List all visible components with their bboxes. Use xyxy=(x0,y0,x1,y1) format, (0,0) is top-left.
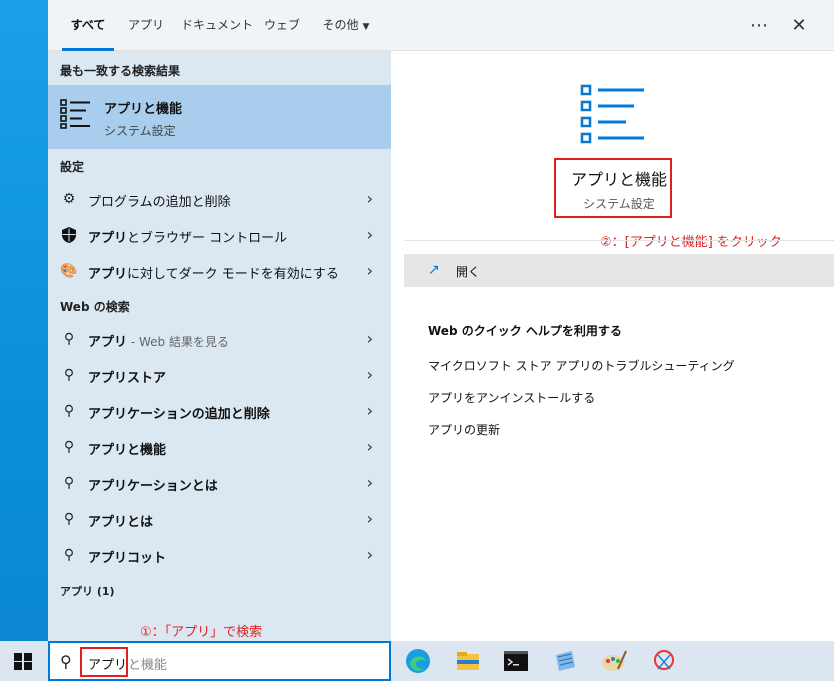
chevron-right-icon: › xyxy=(366,473,373,492)
detail-pane: アプリと機能 システム設定 ②：[アプリと機能] をクリック ↗ 開く Web … xyxy=(404,66,834,641)
paint-icon[interactable] xyxy=(600,647,628,675)
search-icon: ⚲ xyxy=(63,403,75,419)
chevron-right-icon: › xyxy=(366,261,373,280)
settings-item-label: アプリに対してダーク モードを有効にする xyxy=(88,267,339,282)
best-match-item[interactable]: アプリと機能 システム設定 xyxy=(48,85,391,149)
help-link[interactable]: アプリの更新 xyxy=(428,421,500,438)
web-item-label: アプリと機能 xyxy=(88,443,167,458)
search-icon: ⚲ xyxy=(63,547,75,563)
close-icon[interactable]: ✕ xyxy=(784,0,814,51)
settings-item-add-remove[interactable]: ⚙ プログラムの追加と削除 › xyxy=(48,181,391,217)
ellipsis-icon[interactable]: ⋯ xyxy=(744,0,774,51)
start-search-panel: すべて アプリ ドキュメント ウェブ その他 ▼ ⋯ ✕ 最も一致する検索結果 ア… xyxy=(48,0,834,641)
taskbar-search-input[interactable]: ⚲ アプリ と機能 xyxy=(48,641,391,681)
help-link[interactable]: アプリをアンインストールする xyxy=(428,389,595,406)
list-settings-icon xyxy=(60,99,90,129)
web-item[interactable]: ⚲ アプリケーションとは › xyxy=(48,465,391,501)
highlight-box xyxy=(554,158,672,218)
web-item[interactable]: ⚲ アプリストア › xyxy=(48,357,391,393)
shield-icon xyxy=(62,227,76,243)
search-icon: ⚲ xyxy=(63,367,75,383)
search-icon: ⚲ xyxy=(63,331,75,347)
web-item-label: アプリ - Web 結果を見る xyxy=(88,335,229,350)
gear-icon: ⚙ xyxy=(62,191,76,207)
web-item[interactable]: ⚲ アプリとは › xyxy=(48,501,391,537)
help-heading: Web のクイック ヘルプを利用する xyxy=(428,324,622,338)
tab-documents[interactable]: ドキュメント xyxy=(176,0,258,51)
tab-more[interactable]: その他 ▼ xyxy=(316,0,376,51)
web-item-label: アプリストア xyxy=(88,371,167,386)
web-item-label: アプリとは xyxy=(88,515,154,530)
chevron-right-icon: › xyxy=(366,189,373,208)
web-item[interactable]: ⚲ アプリと機能 › xyxy=(48,429,391,465)
open-button[interactable]: ↗ 開く xyxy=(404,254,834,287)
command-prompt-icon[interactable] xyxy=(502,647,530,675)
best-match-title: アプリと機能 xyxy=(104,102,183,117)
chevron-right-icon: › xyxy=(366,545,373,564)
search-icon: ⚲ xyxy=(63,511,75,527)
chevron-right-icon: › xyxy=(366,329,373,348)
web-item[interactable]: ⚲ アプリ - Web 結果を見る › xyxy=(48,321,391,357)
settings-heading: 設定 xyxy=(60,160,85,174)
taskbar: ⚲ アプリ と機能 xyxy=(0,641,834,681)
divider xyxy=(404,240,834,241)
chevron-right-icon: › xyxy=(366,437,373,456)
settings-item-label: プログラムの追加と削除 xyxy=(88,195,231,210)
search-icon: ⚲ xyxy=(63,475,75,491)
snipping-tool-icon[interactable] xyxy=(650,647,678,675)
highlight-box xyxy=(80,647,128,677)
search-tab-bar: すべて アプリ ドキュメント ウェブ その他 ▼ ⋯ ✕ xyxy=(48,0,834,51)
search-icon: ⚲ xyxy=(63,439,75,455)
web-item-label: アプリケーションの追加と削除 xyxy=(88,407,270,422)
tab-web[interactable]: ウェブ xyxy=(260,0,304,51)
web-item[interactable]: ⚲ アプリケーションの追加と削除 › xyxy=(48,393,391,429)
annotation-step1: ①：「アプリ」で検索 xyxy=(140,625,263,640)
chevron-right-icon: › xyxy=(366,225,373,244)
apps-heading: アプリ (1) xyxy=(60,585,115,598)
open-label: 開く xyxy=(456,265,481,279)
file-explorer-icon[interactable] xyxy=(454,647,482,675)
web-search-heading: Web の検索 xyxy=(60,300,130,314)
search-suggestion-text: と機能 xyxy=(128,658,168,673)
tab-apps[interactable]: アプリ xyxy=(126,0,166,51)
tab-all[interactable]: すべて xyxy=(62,0,114,51)
web-item-label: アプリケーションとは xyxy=(88,479,218,494)
web-item-label: アプリコット xyxy=(88,551,167,566)
caret-down-icon: ▼ xyxy=(362,22,370,32)
chevron-right-icon: › xyxy=(366,365,373,384)
chevron-right-icon: › xyxy=(366,509,373,528)
help-link[interactable]: マイクロソフト ストア アプリのトラブルシューティング xyxy=(428,357,735,374)
web-item[interactable]: ⚲ アプリコット › xyxy=(48,537,391,573)
list-settings-icon xyxy=(580,84,644,144)
palette-icon: 🎨 xyxy=(60,263,78,279)
best-match-heading: 最も一致する検索結果 xyxy=(60,64,181,78)
settings-item-dark-mode[interactable]: 🎨 アプリに対してダーク モードを有効にする › xyxy=(48,253,391,289)
results-list: 最も一致する検索結果 アプリと機能 システム設定 設定 ⚙ プログラムの追加と削… xyxy=(48,51,391,641)
chevron-right-icon: › xyxy=(366,401,373,420)
settings-item-browser-control[interactable]: アプリとブラウザー コントロール › xyxy=(48,217,391,253)
settings-item-label: アプリとブラウザー コントロール xyxy=(88,231,288,246)
windows-start-icon[interactable] xyxy=(14,653,32,670)
tab-more-label: その他 xyxy=(322,18,359,32)
open-icon: ↗ xyxy=(428,262,440,278)
edge-icon[interactable] xyxy=(404,647,432,675)
search-icon: ⚲ xyxy=(60,652,72,671)
best-match-subtitle: システム設定 xyxy=(104,124,176,138)
notepad-icon[interactable] xyxy=(551,647,579,675)
